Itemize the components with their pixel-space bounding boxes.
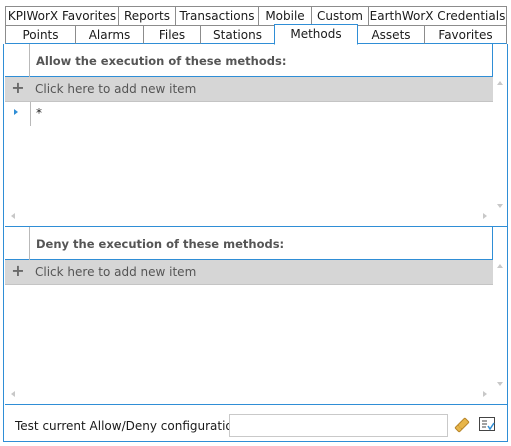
tab-content-panel (3, 44, 508, 442)
tab-stations[interactable]: Stations (200, 25, 275, 44)
tab-earthworx-credentials[interactable]: EarthWorX Credentials (368, 6, 507, 25)
tab-files[interactable]: Files (143, 25, 201, 44)
tab-favorites[interactable]: Favorites (424, 25, 507, 44)
tab-mobile[interactable]: Mobile (258, 6, 312, 25)
tab-transactions[interactable]: Transactions (175, 6, 259, 25)
tab-assets[interactable]: Assets (357, 25, 425, 44)
tab-methods[interactable]: Methods (274, 24, 358, 45)
tab-kpiworx-favorites[interactable]: KPIWorX Favorites (5, 6, 119, 25)
tab-alarms[interactable]: Alarms (75, 25, 144, 44)
tab-reports[interactable]: Reports (118, 6, 176, 25)
tab-custom[interactable]: Custom (311, 6, 369, 25)
tab-points[interactable]: Points (5, 25, 76, 44)
